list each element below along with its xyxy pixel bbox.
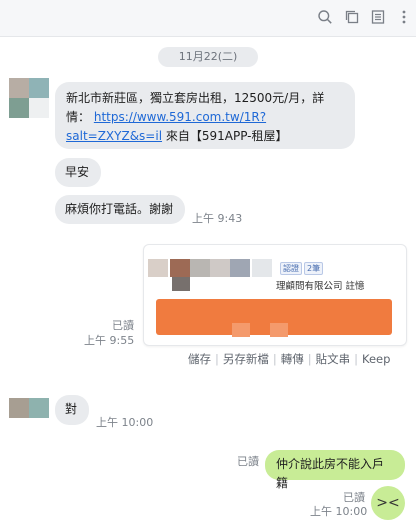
message-text: 早安 (65, 165, 90, 179)
avatar-tile (29, 398, 49, 418)
post-action[interactable]: 貼文串 (316, 351, 351, 367)
avatar-tile (9, 78, 29, 98)
message-text: 情： (66, 110, 91, 124)
message-text: 來自【591APP-租屋】 (165, 129, 288, 143)
separator: | (215, 352, 219, 366)
message-bubble[interactable]: 仲介說此房不能入戶籍 (265, 450, 405, 490)
avatar-tile (29, 78, 49, 98)
message-time: 上午 9:55 (84, 334, 135, 347)
date-divider: 11月22(二) (158, 47, 258, 67)
save-action[interactable]: 儲存 (188, 351, 211, 367)
separator: | (307, 352, 312, 366)
avatar-tile (29, 98, 49, 118)
read-receipt: 已讀 (112, 319, 134, 332)
card-actions: 儲存 | 另存新檔 | 轉傳 | 貼文串 | Keep (188, 351, 390, 367)
forward-action[interactable]: 轉傳 (281, 351, 304, 367)
card-tag: 2筆 (304, 262, 324, 275)
blurred-image-tile (230, 259, 250, 277)
blurred-image-tile (170, 259, 190, 277)
message-bubble[interactable]: 早安 (55, 158, 101, 187)
link-preview-card[interactable]: 認證 2筆 理顧問有限公司 註憶 (143, 244, 407, 346)
avatar[interactable] (9, 398, 49, 418)
message-text: 新北市新莊區，獨立套房出租，12500元/月，詳 (66, 91, 325, 105)
message-bubble[interactable]: 麻煩你打電話。謝謝 (55, 195, 185, 224)
blurred-image-tile (252, 259, 272, 277)
blurred-image-tile (190, 259, 210, 277)
chat-toolbar (0, 0, 416, 37)
message-time: 上午 9:43 (192, 212, 243, 225)
save-as-action[interactable]: 另存新檔 (223, 351, 269, 367)
blurred-image-tile (270, 323, 288, 337)
message-time: 上午 10:00 (96, 416, 154, 429)
avatar-tile (9, 98, 29, 118)
blurred-image-tile (148, 259, 168, 277)
search-icon[interactable] (317, 9, 333, 25)
message-bubble[interactable]: 對 (55, 395, 89, 425)
read-receipt: 已讀 (343, 491, 365, 504)
message-link[interactable]: salt=ZXYZ&s=il (66, 129, 162, 143)
message-bubble[interactable]: 新北市新莊區，獨立套房出租，12500元/月，詳 情： https://www.… (55, 82, 355, 149)
avatar-tile (9, 398, 29, 418)
message-text: 仲介說此房不能入戶籍 (276, 457, 385, 490)
message-text: salt=ZXYZ&s=il 來自【591APP-租屋】 (66, 127, 344, 146)
message-link[interactable]: https://www.591.com.tw/1R? (94, 110, 266, 124)
blurred-image-tile (232, 323, 250, 337)
card-tag: 認證 (280, 262, 302, 275)
keep-action[interactable]: Keep (362, 352, 390, 366)
sticker-face: >< (376, 495, 400, 511)
more-icon[interactable] (396, 9, 412, 25)
copy-icon[interactable] (344, 9, 360, 25)
blurred-image-tile (210, 259, 230, 277)
card-company: 理顧問有限公司 註憶 (276, 281, 365, 292)
message-text: 情： https://www.591.com.tw/1R? (66, 108, 344, 127)
blurred-image-tile (172, 277, 190, 291)
sticker-message[interactable]: >< (371, 486, 405, 520)
separator: | (272, 352, 277, 366)
message-time: 上午 10:00 (310, 505, 368, 518)
note-icon[interactable] (370, 9, 386, 25)
read-receipt: 已讀 (237, 455, 259, 468)
avatar[interactable] (9, 78, 49, 118)
message-text: 對 (65, 402, 78, 416)
separator: | (354, 352, 358, 366)
message-text: 麻煩你打電話。謝謝 (65, 202, 174, 216)
